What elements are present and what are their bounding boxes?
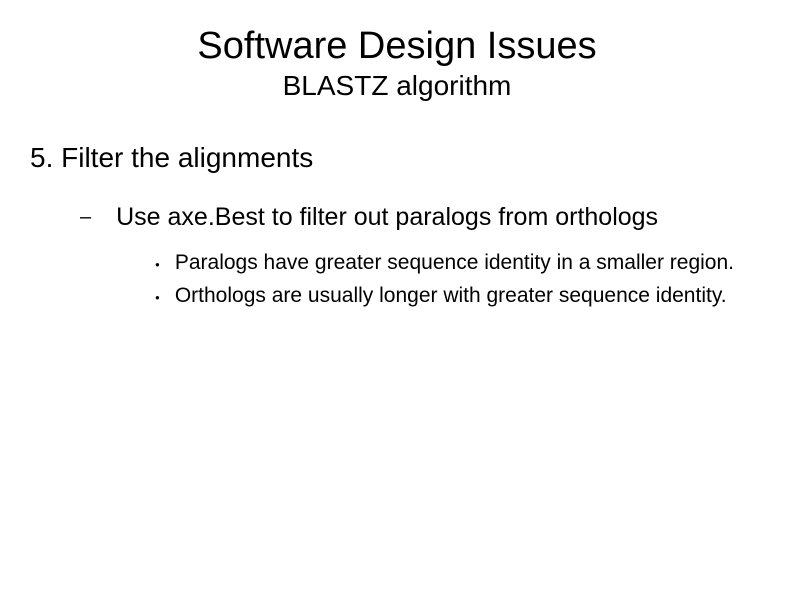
section-header: 5. Filter the alignments [30, 142, 774, 174]
list-item-level2: ● Paralogs have greater sequence identit… [155, 250, 774, 278]
level1-text: Use axe.Best to filter out paralogs from… [116, 202, 658, 232]
bullet-dash-icon: – [80, 202, 91, 232]
bullet-dot-icon: ● [155, 285, 160, 311]
level2-text: Paralogs have greater sequence identity … [175, 250, 734, 276]
level2-text: Orthologs are usually longer with greate… [175, 283, 727, 309]
bullet-dot-icon: ● [155, 252, 160, 278]
slide-title: Software Design Issues [20, 25, 774, 68]
list-item-level1: – Use axe.Best to filter out paralogs fr… [80, 202, 774, 232]
list-item-level2: ● Orthologs are usually longer with grea… [155, 283, 774, 311]
slide-subtitle: BLASTZ algorithm [20, 70, 774, 102]
